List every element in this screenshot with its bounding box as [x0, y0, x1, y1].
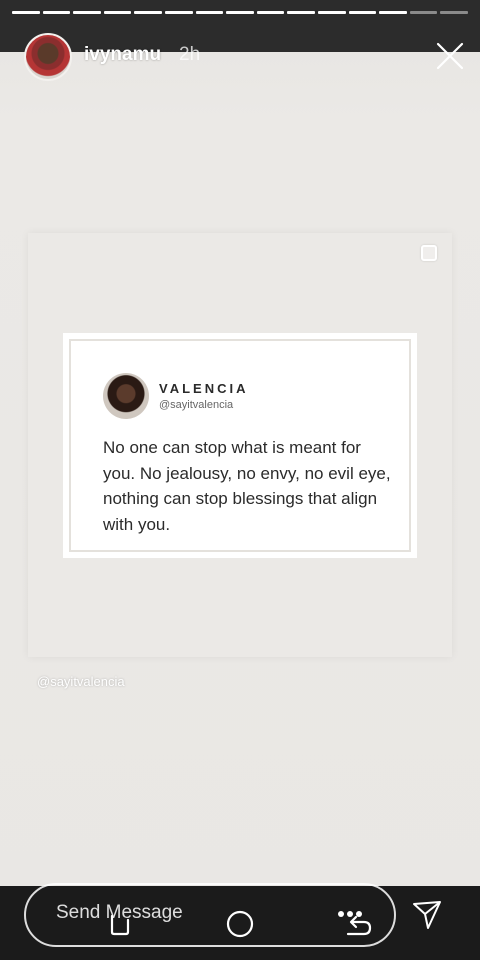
quote-text: No one can stop what is meant for you. N… — [103, 438, 391, 534]
progress-segment — [134, 11, 162, 14]
progress-segment — [348, 11, 377, 14]
progress-segment — [409, 11, 438, 14]
author-avatar — [103, 373, 149, 419]
progress-segment — [195, 11, 224, 14]
multi-image-icon — [421, 245, 437, 261]
progress-segment — [12, 11, 40, 14]
credit-mention[interactable]: @sayitvalencia — [37, 674, 125, 689]
home-icon[interactable] — [225, 909, 255, 939]
top-shade — [0, 0, 480, 52]
progress-segment — [317, 11, 346, 14]
story-viewer: ivynamu 2h VALENCIA @sayitvalencia No on… — [0, 0, 480, 960]
progress-segment — [287, 11, 315, 14]
quote-frame: VALENCIA @sayitvalencia No one can stop … — [63, 333, 417, 558]
post-time: 2h — [179, 44, 201, 65]
author-name: VALENCIA — [159, 381, 249, 396]
user-avatar[interactable] — [24, 33, 72, 81]
recent-apps-icon[interactable] — [106, 906, 134, 936]
username[interactable]: ivynamu — [84, 44, 161, 66]
progress-segment — [164, 11, 193, 14]
author-handle: @sayitvalencia — [159, 399, 234, 411]
paper-plane-icon[interactable] — [412, 898, 442, 932]
progress-segment — [226, 11, 254, 14]
progress-segment — [256, 11, 285, 14]
post-card[interactable]: VALENCIA @sayitvalencia No one can stop … — [28, 233, 452, 657]
progress-segment — [103, 11, 132, 14]
quote-frame-border: VALENCIA @sayitvalencia No one can stop … — [69, 339, 411, 552]
progress-segment — [42, 11, 71, 14]
back-icon[interactable] — [336, 904, 374, 938]
close-icon[interactable] — [434, 40, 466, 72]
progress-segment — [379, 11, 407, 14]
progress-segment — [440, 11, 468, 14]
progress-segment — [73, 11, 101, 14]
story-progress-bar — [12, 11, 468, 15]
